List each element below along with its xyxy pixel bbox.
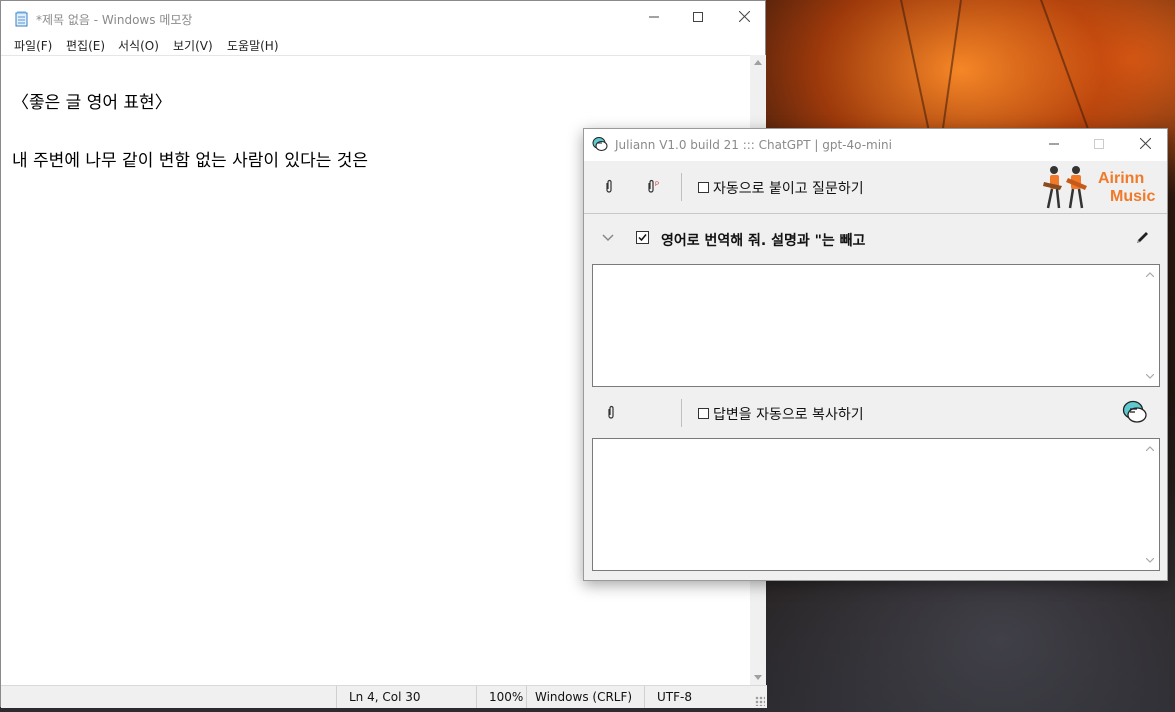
chevron-down-icon[interactable] bbox=[602, 234, 614, 242]
scroll-down-icon[interactable] bbox=[1146, 374, 1154, 379]
auto-paste-label[interactable]: 자동으로 붙이고 질문하기 bbox=[713, 178, 864, 198]
notepad-titlebar[interactable]: *제목 없음 - Windows 메모장 bbox=[1, 1, 765, 35]
question-textarea[interactable] bbox=[592, 264, 1160, 387]
chat-app-icon bbox=[592, 137, 608, 151]
scroll-down-icon[interactable] bbox=[1146, 558, 1154, 563]
resize-grip[interactable] bbox=[755, 696, 765, 706]
text-line: 내 주변에 나무 같이 변함 없는 사람이 있다는 것은 bbox=[12, 151, 369, 171]
musicians-logo-icon bbox=[1043, 166, 1087, 209]
status-line-ending: Windows (CRLF) bbox=[526, 686, 644, 708]
minimize-icon bbox=[1049, 143, 1059, 145]
scroll-up-icon[interactable] bbox=[754, 60, 762, 65]
notepad-statusbar: Ln 4, Col 30 100% Windows (CRLF) UTF-8 bbox=[1, 685, 767, 708]
chat-bubble-icon[interactable] bbox=[1122, 399, 1148, 425]
tent-seam bbox=[900, 0, 932, 137]
pencil-icon[interactable] bbox=[1135, 230, 1150, 245]
juliann-titlebar[interactable]: Juliann V1.0 build 21 ::: ChatGPT | gpt-… bbox=[584, 129, 1167, 161]
prompt-checkbox[interactable] bbox=[636, 231, 649, 244]
logo-line2: Music bbox=[1110, 188, 1156, 205]
menu-file[interactable]: 파일(F) bbox=[14, 37, 52, 54]
airinn-music-logo: Airinn Music bbox=[1040, 162, 1160, 212]
maximize-button[interactable] bbox=[675, 1, 721, 35]
notepad-icon bbox=[15, 11, 28, 27]
close-button[interactable] bbox=[721, 1, 767, 35]
maximize-icon bbox=[693, 12, 703, 22]
attach-paste-icon[interactable]: P bbox=[647, 179, 661, 194]
tent-seam bbox=[941, 0, 962, 130]
maximize-icon bbox=[1094, 139, 1104, 149]
scroll-up-icon[interactable] bbox=[1146, 446, 1154, 451]
notepad-menubar: 파일(F) 편집(E) 서식(O) 보기(V) 도움말(H) bbox=[1, 35, 765, 55]
juliann-title: Juliann V1.0 build 21 ::: ChatGPT | gpt-… bbox=[615, 138, 892, 152]
scroll-up-icon[interactable] bbox=[1146, 272, 1154, 277]
toolbar-separator bbox=[681, 399, 682, 427]
answer-textarea[interactable] bbox=[592, 438, 1160, 571]
menu-format[interactable]: 서식(O) bbox=[118, 37, 159, 54]
svg-text:P: P bbox=[655, 182, 659, 188]
auto-copy-label[interactable]: 답변을 자동으로 복사하기 bbox=[713, 404, 864, 424]
close-icon bbox=[738, 10, 750, 23]
minimize-button[interactable] bbox=[1031, 129, 1077, 161]
scroll-down-icon[interactable] bbox=[754, 675, 762, 680]
maximize-button[interactable] bbox=[1076, 129, 1122, 161]
attach-icon[interactable] bbox=[607, 405, 615, 420]
prompt-row: 영어로 번역해 줘. 설명과 "는 빼고 bbox=[584, 214, 1167, 262]
close-button[interactable] bbox=[1122, 129, 1168, 161]
status-zoom: 100% bbox=[476, 686, 526, 708]
status-encoding: UTF-8 bbox=[644, 686, 764, 708]
minimize-icon bbox=[649, 16, 659, 18]
close-icon bbox=[1139, 137, 1151, 150]
menu-edit[interactable]: 편집(E) bbox=[66, 37, 105, 54]
minimize-button[interactable] bbox=[631, 1, 677, 35]
tent-seam bbox=[1040, 0, 1090, 132]
answer-toolbar: 답변을 자동으로 복사하기 bbox=[584, 389, 1167, 435]
prompt-text[interactable]: 영어로 번역해 줘. 설명과 "는 빼고 bbox=[661, 230, 865, 250]
attach-icon[interactable] bbox=[605, 179, 613, 194]
question-scrollbar[interactable] bbox=[1142, 266, 1158, 385]
answer-scrollbar[interactable] bbox=[1142, 440, 1158, 569]
auto-copy-checkbox[interactable] bbox=[698, 408, 709, 419]
logo-line1: Airinn bbox=[1098, 170, 1145, 187]
text-line: 〈좋은 글 영어 표현〉 bbox=[12, 93, 172, 113]
toolbar-separator bbox=[681, 173, 682, 201]
notepad-title: *제목 없음 - Windows 메모장 bbox=[36, 13, 193, 27]
auto-paste-checkbox[interactable] bbox=[698, 182, 709, 193]
menu-view[interactable]: 보기(V) bbox=[173, 37, 213, 54]
status-position: Ln 4, Col 30 bbox=[336, 686, 476, 708]
menu-help[interactable]: 도움말(H) bbox=[227, 37, 279, 54]
juliann-window: Juliann V1.0 build 21 ::: ChatGPT | gpt-… bbox=[583, 128, 1168, 581]
